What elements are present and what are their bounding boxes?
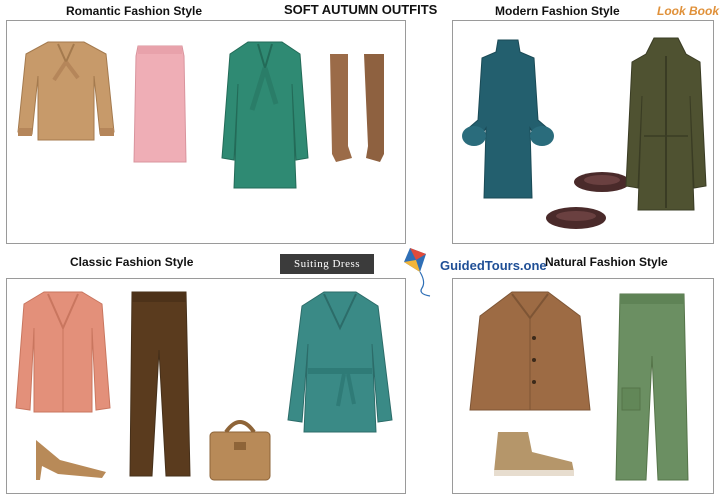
natural-heading: Natural Fashion Style xyxy=(545,255,668,269)
burgundy-loafers[interactable] xyxy=(544,168,630,236)
romantic-heading: Romantic Fashion Style xyxy=(66,4,203,18)
badge-label: Suiting Dress xyxy=(293,258,361,270)
classic-heading: Classic Fashion Style xyxy=(70,255,194,269)
green-cargo-pants[interactable] xyxy=(614,292,690,484)
tan-high-top-sneaker[interactable] xyxy=(488,428,578,480)
teal-puff-sleeve-dress[interactable] xyxy=(460,36,556,200)
teal-bow-coat[interactable] xyxy=(218,38,312,190)
camel-bow-blouse[interactable] xyxy=(14,36,118,148)
pink-pencil-skirt[interactable] xyxy=(132,42,188,166)
brown-trousers[interactable] xyxy=(126,290,192,480)
olive-parka[interactable] xyxy=(624,36,708,212)
brown-suede-boots[interactable] xyxy=(326,50,390,168)
lookbook-label: Look Book xyxy=(657,4,719,18)
modern-heading: Modern Fashion Style xyxy=(495,4,620,18)
camel-cape-jacket[interactable] xyxy=(468,288,592,420)
teal-wrap-coat[interactable] xyxy=(284,288,396,434)
tan-heels[interactable] xyxy=(30,430,108,482)
kite-logo-icon xyxy=(400,246,438,298)
suiting-dress-badge: Suiting Dress xyxy=(280,254,374,274)
tan-tote-bag[interactable] xyxy=(206,412,274,482)
brand-name[interactable]: GuidedTours.one xyxy=(440,258,547,273)
page-title: SOFT AUTUMN OUTFITS xyxy=(284,2,438,17)
coral-cardigan[interactable] xyxy=(14,288,112,416)
